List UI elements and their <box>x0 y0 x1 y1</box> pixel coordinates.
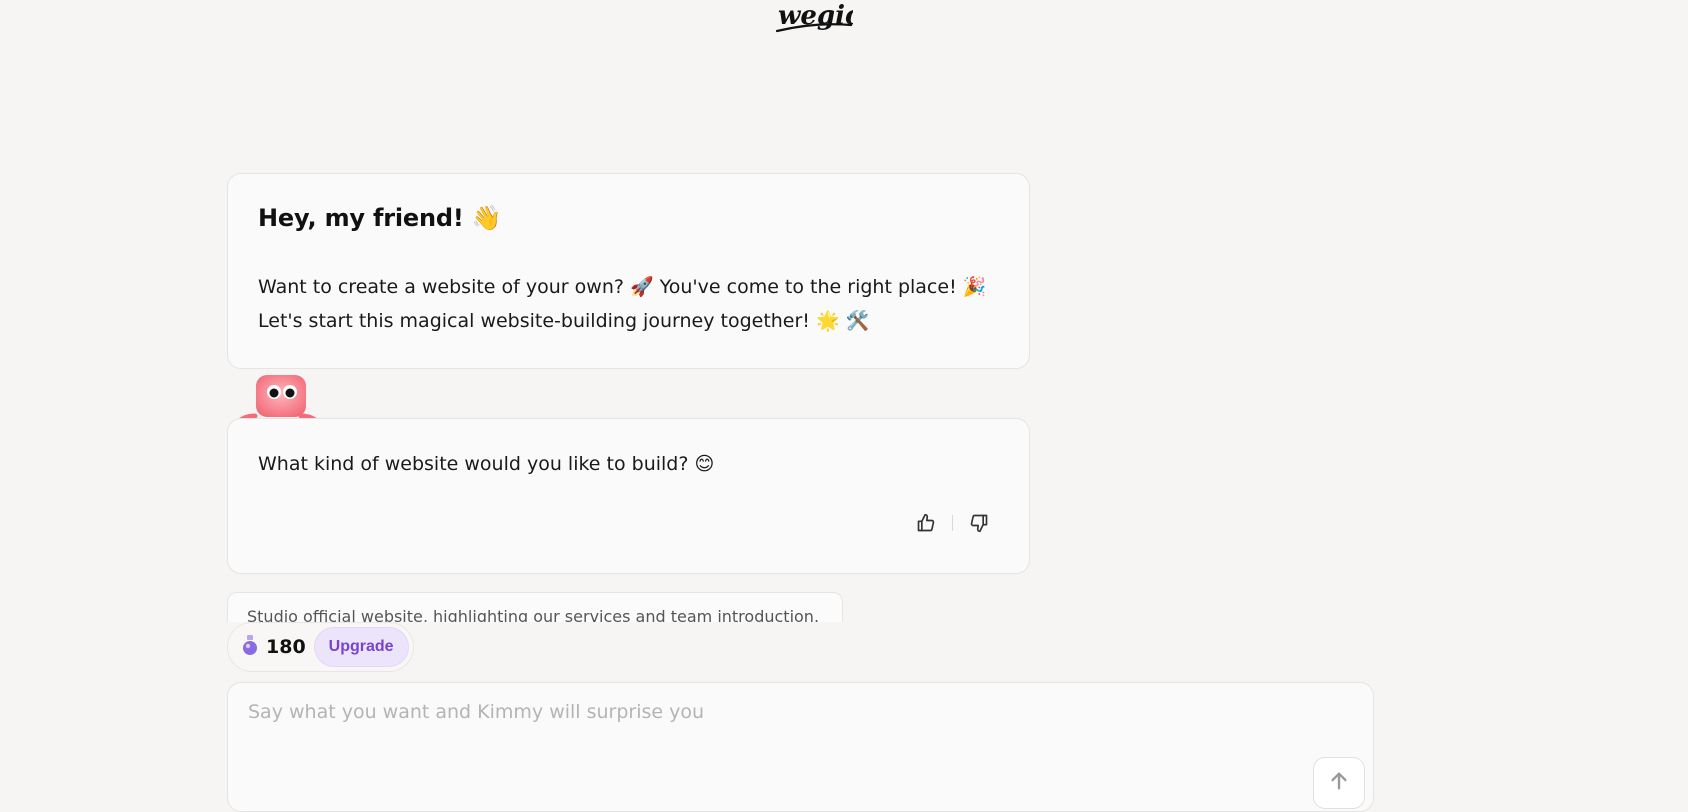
assistant-message-text: What kind of website would you like to b… <box>258 453 715 475</box>
composer <box>227 682 1374 812</box>
send-button[interactable] <box>1313 757 1365 809</box>
suggestion-chip[interactable]: Studio official website, highlighting ou… <box>227 592 843 622</box>
credits-pill: 180 Upgrade <box>227 622 414 672</box>
greeting-title: Hey, my friend! 👋 <box>258 204 502 232</box>
wegic-logo[interactable]: wegic <box>775 0 861 36</box>
feedback-divider <box>952 515 953 531</box>
prompt-input[interactable] <box>248 701 1248 723</box>
assistant-message-card: What kind of website would you like to b… <box>227 418 1030 574</box>
thumbs-up-icon[interactable] <box>914 511 938 535</box>
arrow-up-icon <box>1328 770 1350 796</box>
thumbs-down-icon[interactable] <box>967 511 991 535</box>
greeting-card: Hey, my friend! 👋 Want to create a websi… <box>227 173 1030 369</box>
upgrade-button[interactable]: Upgrade <box>313 627 409 667</box>
credit-count: 180 <box>266 636 306 658</box>
message-feedback <box>914 511 991 535</box>
potion-icon <box>240 634 260 660</box>
greeting-body: Want to create a website of your own? 🚀 … <box>258 276 987 332</box>
svg-text:wegic: wegic <box>778 1 853 31</box>
